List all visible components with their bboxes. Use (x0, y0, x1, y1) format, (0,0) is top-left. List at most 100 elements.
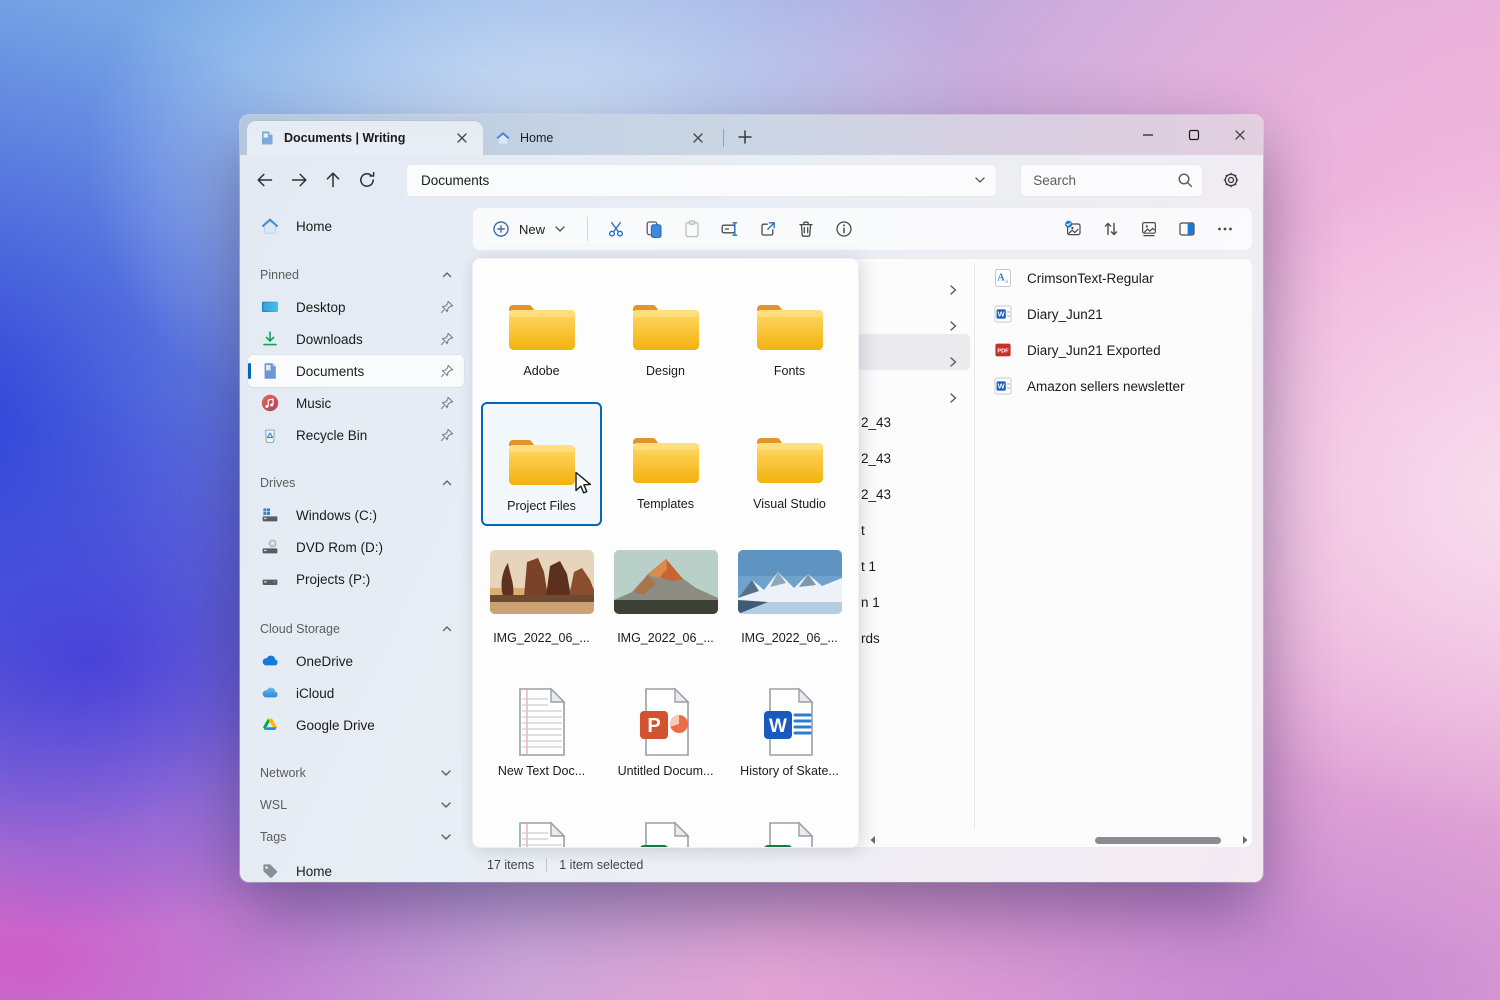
horizontal-scrollbar[interactable] (867, 833, 1251, 847)
tab-home[interactable]: Home (483, 121, 719, 155)
grid-item-history-of-skate[interactable]: WHistory of Skate... (729, 669, 850, 793)
sidebar-item-documents[interactable]: Documents (248, 355, 464, 387)
item-art (729, 536, 850, 624)
preview-list-item-diary-jun21-exported[interactable]: PDFDiary_Jun21 Exported (981, 332, 1247, 368)
new-button[interactable]: New (481, 212, 578, 246)
sidebar-item-label: Desktop (296, 300, 438, 315)
copy-button[interactable] (635, 212, 673, 246)
sidebar-item-tags-home[interactable]: Home (248, 855, 464, 882)
delete-button[interactable] (787, 212, 825, 246)
cut-button[interactable] (597, 212, 635, 246)
sidebar-item-google-drive[interactable]: Google Drive (248, 709, 464, 741)
grid-item-img-2022-06[interactable]: IMG_2022_06_... (729, 536, 850, 660)
sidebar-section-pinned[interactable]: Pinned (248, 263, 464, 287)
sidebar-item-music[interactable]: Music (248, 387, 464, 419)
sidebar-item-desktop[interactable]: Desktop (248, 291, 464, 323)
file-list-row[interactable]: t (861, 512, 971, 548)
grid-item-img-2022-06[interactable]: IMG_2022_06_... (605, 536, 726, 660)
folder-list-row[interactable] (853, 370, 970, 406)
sidebar-item-label: Recycle Bin (296, 428, 438, 443)
grid-item-project-files[interactable]: Project Files (481, 402, 602, 526)
grid-item-img-2022-06[interactable]: IMG_2022_06_... (481, 536, 602, 660)
chevron-right-icon[interactable] (945, 354, 961, 370)
file-list-row[interactable]: 2_43 (861, 404, 971, 440)
refresh-button[interactable] (350, 163, 384, 197)
grid-item-new-text-doc[interactable]: New Text Doc... (481, 669, 602, 793)
grid-item-clipped[interactable]: X (605, 803, 726, 848)
tab-close-icon[interactable] (685, 125, 711, 151)
file-list-row[interactable]: 2_43 (861, 440, 971, 476)
grid-item-untitled-docum[interactable]: PUntitled Docum... (605, 669, 726, 793)
scroll-left-icon[interactable] (867, 834, 879, 846)
sidebar-item-icloud[interactable]: iCloud (248, 677, 464, 709)
sidebar-item-downloads[interactable]: Downloads (248, 323, 464, 355)
sidebar-item-label: Windows (C:) (296, 508, 456, 523)
grid-item-design[interactable]: Design (605, 269, 726, 393)
sidebar-section-network[interactable]: Network (248, 761, 464, 785)
grid-item-clipped[interactable] (481, 803, 602, 848)
chevron-right-icon[interactable] (945, 318, 961, 334)
grid-item-templates[interactable]: Templates (605, 402, 726, 526)
tag-icon (260, 861, 280, 881)
item-art (729, 269, 850, 357)
grid-item-clipped[interactable]: X (729, 803, 850, 848)
minimize-button[interactable] (1125, 115, 1171, 155)
file-list-row[interactable]: rds (861, 620, 971, 656)
pin-icon (438, 298, 456, 316)
sidebar-item-home[interactable]: Home (248, 210, 464, 242)
sidebar-section-tags[interactable]: Tags (248, 825, 464, 849)
item-art (481, 803, 602, 848)
up-button[interactable] (316, 163, 350, 197)
grid-item-visual-studio[interactable]: Visual Studio (729, 402, 850, 526)
folder-list-row[interactable] (853, 298, 970, 334)
item-label: Visual Studio (729, 497, 850, 511)
sidebar-item-projects-p[interactable]: Projects (P:) (248, 563, 464, 595)
sidebar-item-windows-c[interactable]: Windows (C:) (248, 499, 464, 531)
close-button[interactable] (1217, 115, 1263, 155)
folder-list-row[interactable] (853, 334, 970, 370)
chevron-right-icon[interactable] (945, 282, 961, 298)
chevron-down-icon[interactable] (972, 172, 988, 188)
file-list-row[interactable]: 2_43 (861, 476, 971, 512)
select-items-button[interactable] (1054, 212, 1092, 246)
share-button[interactable] (749, 212, 787, 246)
svg-text:W: W (998, 381, 1006, 390)
preview-list-item-amazon-sellers-newsletter[interactable]: WAmazon sellers newsletter (981, 368, 1247, 404)
search-input[interactable] (1033, 173, 1176, 188)
file-list-row[interactable]: t 1 (861, 548, 971, 584)
paste-button[interactable] (673, 212, 711, 246)
search-box[interactable] (1020, 164, 1203, 197)
item-label: New Text Doc... (481, 764, 602, 778)
back-button[interactable] (248, 163, 282, 197)
settings-button[interactable] (1213, 163, 1249, 197)
sidebar-section-cloud-storage[interactable]: Cloud Storage (248, 617, 464, 641)
grid-item-adobe[interactable]: Adobe (481, 269, 602, 393)
scrollbar-thumb[interactable] (1095, 837, 1221, 844)
sort-button[interactable] (1092, 212, 1130, 246)
tab-close-icon[interactable] (449, 125, 475, 151)
file-explorer-window: Documents | WritingHome Documents HomePi… (240, 115, 1263, 882)
sidebar-section-drives[interactable]: Drives (248, 471, 464, 495)
tab-documents-writing[interactable]: Documents | Writing (247, 121, 483, 155)
preview-pane-button[interactable] (1168, 212, 1206, 246)
item-label: IMG_2022_06_... (481, 631, 602, 645)
grid-item-fonts[interactable]: Fonts (729, 269, 850, 393)
preview-list-item-crimsontext-regular[interactable]: AaCrimsonText-Regular (981, 260, 1247, 296)
scroll-right-icon[interactable] (1239, 834, 1251, 846)
properties-button[interactable] (825, 212, 863, 246)
scrollbar-track[interactable] (879, 837, 1239, 844)
sidebar-section-wsl[interactable]: WSL (248, 793, 464, 817)
folder-list-row[interactable] (853, 262, 970, 298)
preview-list-item-diary-jun21[interactable]: WDiary_Jun21 (981, 296, 1247, 332)
forward-button[interactable] (282, 163, 316, 197)
sidebar-item-dvd-rom-d[interactable]: DVD Rom (D:) (248, 531, 464, 563)
file-list-row[interactable]: n 1 (861, 584, 971, 620)
maximize-button[interactable] (1171, 115, 1217, 155)
more-button[interactable] (1206, 212, 1244, 246)
view-button[interactable] (1130, 212, 1168, 246)
sidebar-item-onedrive[interactable]: OneDrive (248, 645, 464, 677)
new-tab-button[interactable] (730, 122, 760, 152)
sidebar-item-recycle-bin[interactable]: Recycle Bin (248, 419, 464, 451)
rename-button[interactable] (711, 212, 749, 246)
address-bar[interactable]: Documents (406, 164, 997, 197)
